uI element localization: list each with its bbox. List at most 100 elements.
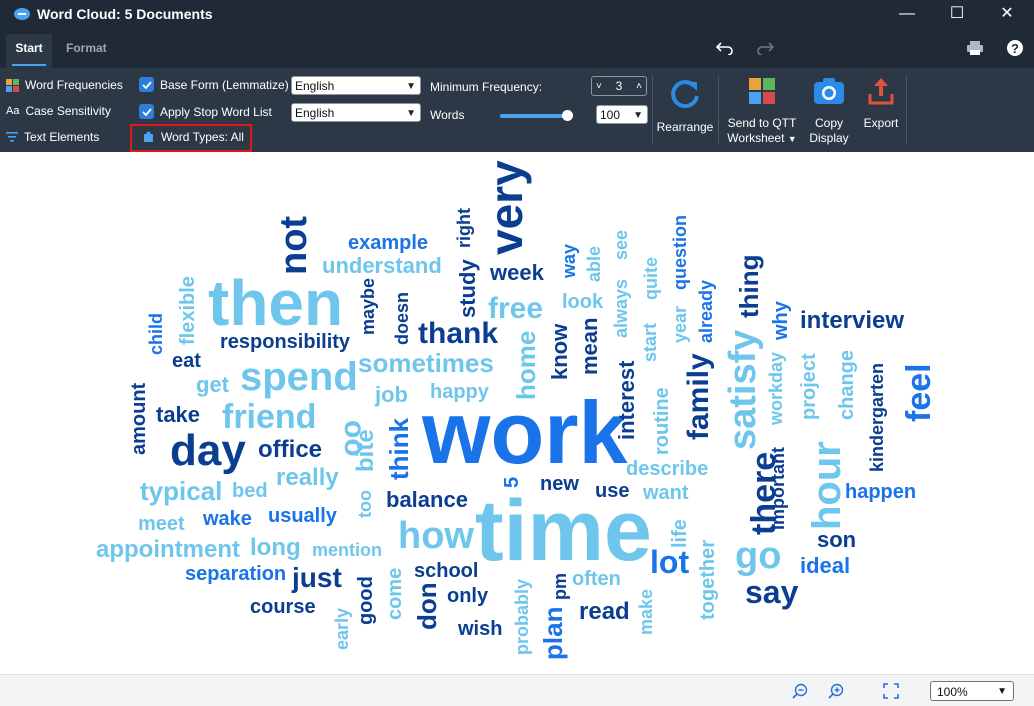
cloud-word[interactable]: sometimes [358,348,494,378]
cloud-word[interactable]: read [579,598,630,625]
cloud-word[interactable]: only [447,585,489,607]
cloud-word[interactable]: mention [312,540,382,560]
minimize-button[interactable]: — [896,3,918,25]
cloud-word[interactable]: bed [232,480,268,502]
cloud-word[interactable]: thank [418,317,498,350]
chevron-down-icon[interactable]: ˅ [596,77,602,96]
cloud-word[interactable]: son [817,527,856,552]
cloud-word[interactable]: say [745,574,799,610]
cloud-word[interactable]: way [559,244,579,279]
cloud-word[interactable]: come [384,568,406,620]
print-icon[interactable] [966,40,984,56]
cloud-word[interactable]: describe [626,458,708,480]
tab-start[interactable]: Start [6,34,52,68]
cloud-word[interactable]: thing [734,254,764,318]
cloud-word[interactable]: example [348,232,428,254]
cloud-word[interactable]: project [798,353,820,420]
cloud-word[interactable]: wish [457,618,502,640]
cloud-word[interactable]: want [642,482,689,504]
cloud-word[interactable]: often [572,568,621,590]
stop-word-checkbox[interactable]: Apply Stop Word List [139,104,272,119]
cloud-word[interactable]: start [640,323,660,362]
cloud-word[interactable]: life [669,519,691,548]
cloud-word[interactable]: usually [268,505,338,527]
cloud-word[interactable]: child [146,313,166,355]
cloud-word[interactable]: long [250,534,301,561]
cloud-word[interactable]: don [412,582,442,630]
base-form-checkbox[interactable]: Base Form (Lemmatize) [139,77,289,92]
cloud-word[interactable]: interview [800,307,904,334]
text-elements-button[interactable]: Text Elements [6,130,99,144]
export-button[interactable]: Export [858,76,904,131]
cloud-word[interactable]: 5 [501,477,523,488]
cloud-word[interactable]: quite [641,257,661,300]
cloud-word[interactable]: think [384,417,414,480]
cloud-word[interactable]: right [454,208,474,248]
cloud-word[interactable]: already [696,280,716,343]
cloud-word[interactable]: see [611,230,631,260]
cloud-word[interactable]: year [670,306,690,343]
close-button[interactable]: ✕ [996,3,1018,25]
cloud-word[interactable]: take [156,402,200,427]
cloud-word[interactable]: early [332,608,352,650]
cloud-word[interactable]: appointment [96,536,240,563]
cloud-word[interactable]: use [595,480,629,502]
undo-icon[interactable] [716,41,734,55]
cloud-word[interactable]: meet [138,513,185,535]
cloud-word[interactable]: responsibility [220,331,351,353]
cloud-word[interactable]: change [836,350,858,420]
cloud-word[interactable]: look [562,291,604,313]
rearrange-button[interactable]: Rearrange [656,76,714,135]
cloud-word[interactable]: why [770,300,792,341]
cloud-word[interactable]: spend [240,355,358,399]
cloud-word[interactable]: good [355,576,377,625]
cloud-word[interactable]: kindergarten [867,363,887,472]
cloud-word[interactable]: pm [550,573,570,600]
cloud-word[interactable]: workday [766,352,786,426]
cloud-word[interactable]: routine [651,387,673,455]
minimum-frequency-spinner[interactable]: ˅ 3 ˄ [591,76,647,96]
zoom-in-icon[interactable] [828,683,844,699]
cloud-word[interactable]: probably [512,579,532,655]
cloud-word[interactable]: mean [577,318,602,375]
cloud-word[interactable]: interest [614,360,639,440]
case-sensitivity-button[interactable]: Aa Case Sensitivity [6,104,111,118]
cloud-word[interactable]: feel [900,363,938,422]
cloud-word[interactable]: too [355,490,375,518]
copy-display-button[interactable]: Copy Display [804,76,854,146]
cloud-word[interactable]: typical [140,476,222,506]
cloud-word[interactable]: know [547,323,572,380]
word-cloud-area[interactable]: work time then very spend day friend how go say lo… [0,152,1034,674]
words-slider[interactable] [500,110,573,121]
cloud-word[interactable]: family [682,353,715,440]
cloud-word[interactable]: very [480,160,532,255]
tab-format[interactable]: Format [66,41,107,55]
cloud-word[interactable]: friend [222,398,316,436]
cloud-word[interactable]: bite [352,429,379,472]
cloud-word[interactable]: make [636,589,656,635]
cloud-word[interactable]: get [196,372,230,397]
cloud-word[interactable]: eat [172,350,201,372]
cloud-word[interactable]: always [611,279,631,338]
cloud-word[interactable]: question [670,215,690,290]
stop-word-language-select[interactable]: English ▼ [291,103,421,122]
cloud-word[interactable]: office [258,436,322,463]
cloud-word[interactable]: understand [322,253,442,278]
cloud-word[interactable]: go [735,535,781,577]
cloud-word[interactable]: home [511,331,541,400]
cloud-word[interactable]: plan [538,607,568,660]
cloud-word[interactable]: school [414,560,478,582]
cloud-word[interactable]: how [398,515,474,557]
cloud-word[interactable]: maybe [358,278,378,335]
fit-to-screen-icon[interactable] [883,683,899,699]
cloud-word[interactable]: really [276,464,339,491]
cloud-word[interactable]: hour [805,441,849,530]
cloud-word[interactable]: lot [650,544,689,580]
words-count-select[interactable]: 100 ▼ [596,105,648,124]
cloud-word[interactable]: just [291,562,342,593]
cloud-word[interactable]: ideal [800,553,850,578]
cloud-word[interactable]: job [374,382,408,407]
words-slider-thumb[interactable] [561,110,573,121]
cloud-word[interactable]: course [250,596,316,618]
maximize-button[interactable]: ☐ [946,3,968,25]
